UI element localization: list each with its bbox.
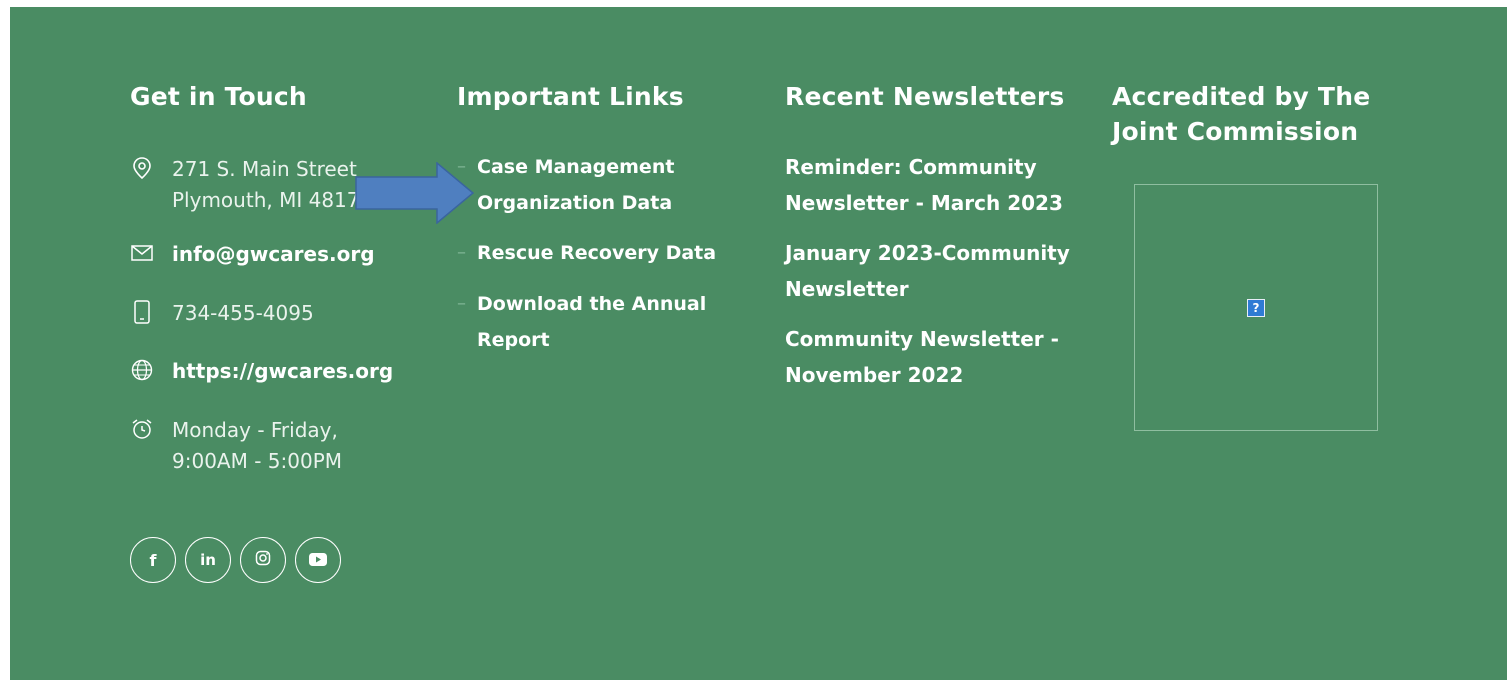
location-pin-icon xyxy=(130,156,154,180)
globe-icon xyxy=(130,358,154,382)
newsletters-column: Recent Newsletters Reminder: Community N… xyxy=(785,79,1095,387)
annotation-arrow-icon xyxy=(355,162,475,224)
social-links: f in xyxy=(130,537,341,583)
alarm-clock-icon xyxy=(130,417,154,441)
facebook-button[interactable]: f xyxy=(130,537,176,583)
site-footer: Get in Touch 271 S. Main Street Plymouth… xyxy=(10,7,1507,680)
phone-text[interactable]: 734-455-4095 xyxy=(172,298,314,329)
address-row: 271 S. Main Street Plymouth, MI 48170 xyxy=(130,154,372,216)
newsletter-link[interactable]: Community Newsletter - November 2022 xyxy=(785,321,1085,393)
youtube-icon xyxy=(309,551,327,570)
email-link[interactable]: info@gwcares.org xyxy=(172,239,375,270)
contact-heading: Get in Touch xyxy=(130,82,307,111)
instagram-icon xyxy=(255,550,271,570)
website-link[interactable]: https://gwcares.org xyxy=(172,356,393,387)
youtube-button[interactable] xyxy=(295,537,341,583)
newsletter-link[interactable]: January 2023-Community Newsletter xyxy=(785,235,1085,307)
linkedin-icon: in xyxy=(200,551,216,569)
accreditation-image-frame[interactable]: ? xyxy=(1134,184,1378,431)
link-annual-report[interactable]: Download the Annual Report xyxy=(477,286,737,358)
email-row[interactable]: info@gwcares.org xyxy=(130,239,375,270)
website-row[interactable]: https://gwcares.org xyxy=(130,356,393,387)
hours-row: Monday - Friday, 9:00AM - 5:00PM xyxy=(130,415,342,477)
broken-image-icon: ? xyxy=(1247,299,1265,317)
hours-text: Monday - Friday, 9:00AM - 5:00PM xyxy=(172,418,343,473)
link-item[interactable]: – Case Management Organization Data xyxy=(457,149,737,221)
address-text: 271 S. Main Street Plymouth, MI 48170 xyxy=(172,157,373,212)
accreditation-heading: Accredited by The Joint Commission xyxy=(1112,82,1371,146)
link-case-management[interactable]: Case Management Organization Data xyxy=(477,149,737,221)
important-links-column: Important Links – Case Management Organi… xyxy=(457,79,757,351)
phone-row[interactable]: 734-455-4095 xyxy=(130,298,314,329)
contact-column: Get in Touch 271 S. Main Street Plymouth… xyxy=(130,79,430,473)
phone-icon xyxy=(130,300,154,324)
instagram-button[interactable] xyxy=(240,537,286,583)
newsletters-heading: Recent Newsletters xyxy=(785,82,1065,111)
dash-bullet-icon: – xyxy=(457,242,466,263)
envelope-icon xyxy=(130,241,154,265)
newsletter-link[interactable]: Reminder: Community Newsletter - March 2… xyxy=(785,149,1085,221)
link-rescue-recovery[interactable]: Rescue Recovery Data xyxy=(477,235,737,271)
facebook-icon: f xyxy=(149,550,157,570)
link-item[interactable]: – Download the Annual Report xyxy=(457,286,737,358)
dash-bullet-icon: – xyxy=(457,293,466,314)
important-links-heading: Important Links xyxy=(457,82,684,111)
linkedin-button[interactable]: in xyxy=(185,537,231,583)
link-item[interactable]: – Rescue Recovery Data xyxy=(457,235,737,271)
accreditation-column: Accredited by The Joint Commission ? xyxy=(1112,79,1432,431)
